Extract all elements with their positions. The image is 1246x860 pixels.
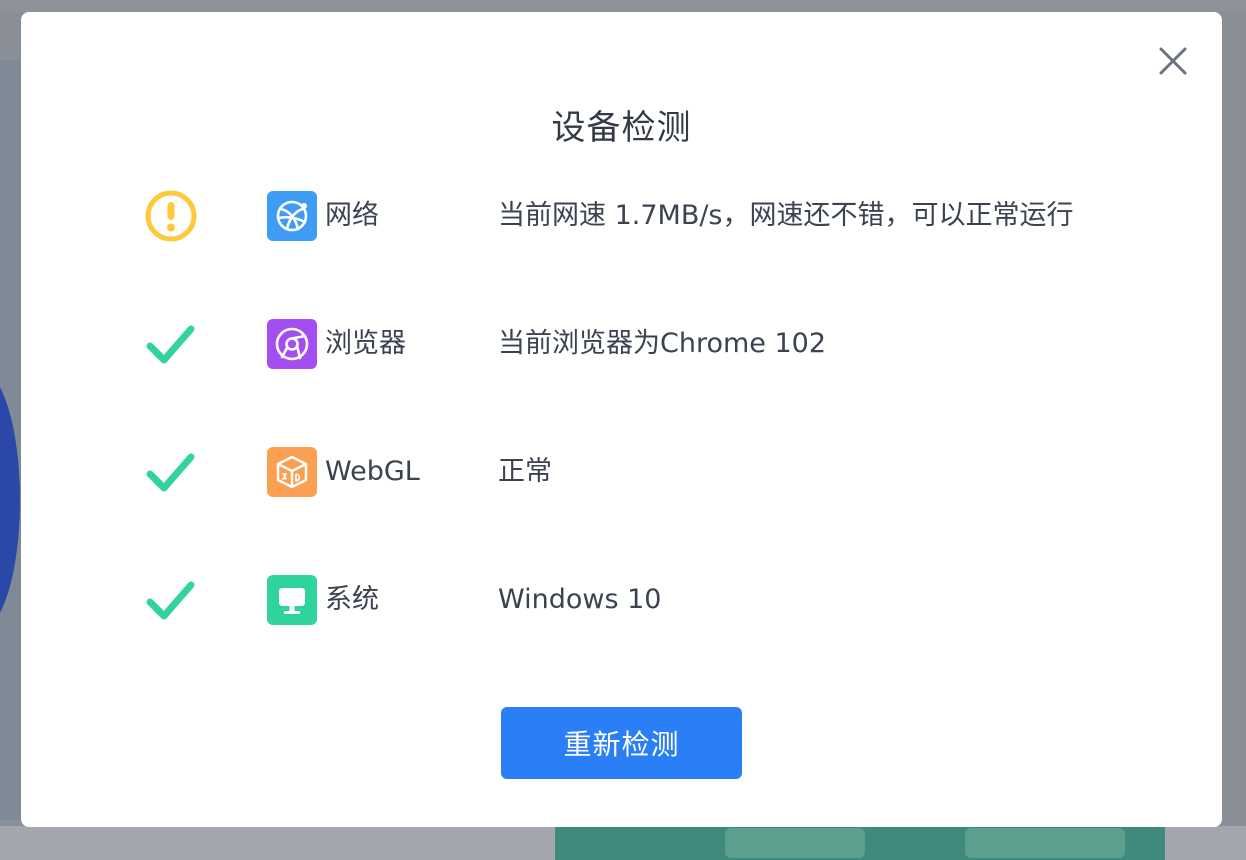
backdrop-green-pill [725,828,865,858]
check-label: 网络 [325,200,379,231]
check-label: WebGL [325,456,420,487]
retry-check-button[interactable]: 重新检测 [501,707,742,779]
device-check-dialog: 设备检测 网络 当前网速 1.7MB/s，网速还不错，可以正常运行 浏览器 当前… [21,12,1222,827]
backdrop-top-bar [0,0,1246,12]
network-globe-icon [267,191,317,241]
checkmark-icon [143,444,199,500]
check-row-browser: 浏览器 当前浏览器为Chrome 102 [21,316,1222,372]
webgl-cube-icon [267,447,317,497]
check-row-system: 系统 Windows 10 [21,572,1222,628]
check-row-webgl: WebGL 正常 [21,444,1222,500]
check-result: Windows 10 [498,584,662,615]
check-row-network: 网络 当前网速 1.7MB/s，网速还不错，可以正常运行 [21,188,1222,244]
warning-circle-icon [143,188,199,244]
close-icon [1159,47,1187,75]
check-result: 正常 [498,456,552,487]
checkmark-icon [143,316,199,372]
backdrop-green-pill [965,828,1125,858]
browser-chrome-icon [267,319,317,369]
check-label: 系统 [325,584,379,615]
checkmark-icon [143,572,199,628]
dialog-title: 设备检测 [551,108,692,148]
check-result: 当前浏览器为Chrome 102 [498,328,827,359]
system-monitor-icon [267,575,317,625]
check-result: 当前网速 1.7MB/s，网速还不错，可以正常运行 [498,200,1074,231]
close-button[interactable] [1156,44,1190,78]
check-label: 浏览器 [325,328,406,359]
